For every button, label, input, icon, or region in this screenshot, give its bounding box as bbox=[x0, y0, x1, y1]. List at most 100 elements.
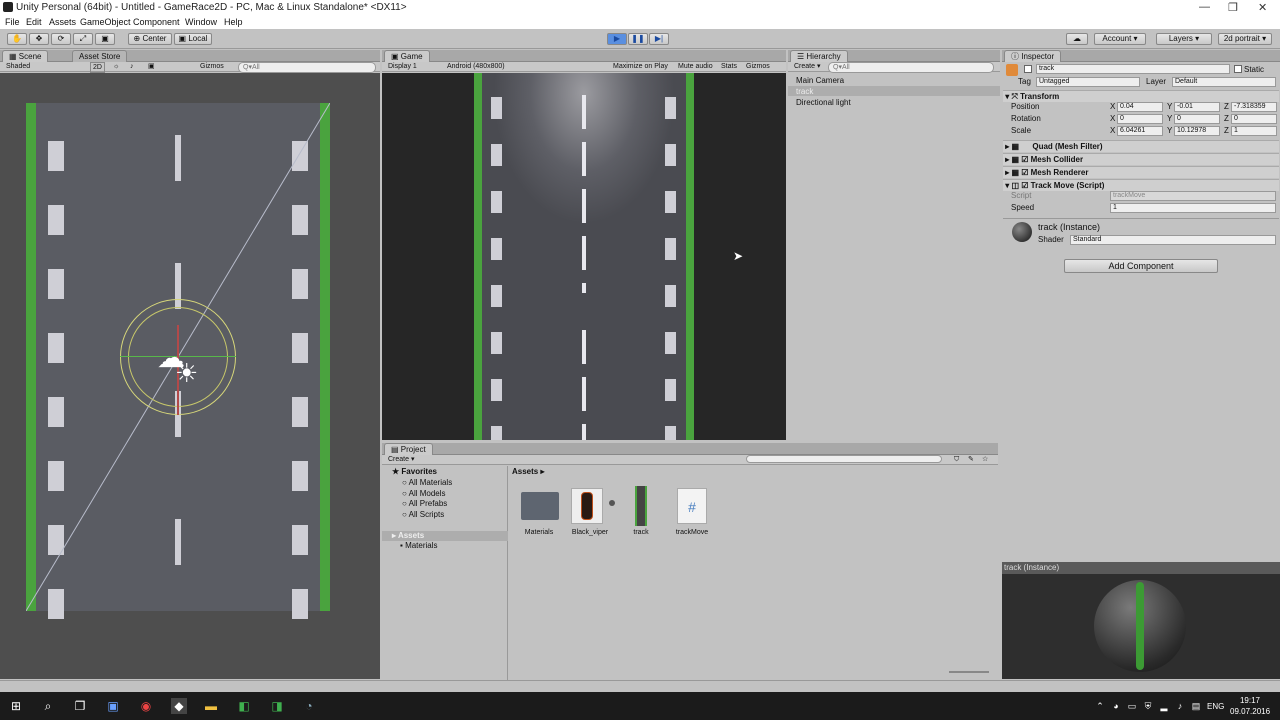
rotate-tool-icon[interactable]: ⟳ bbox=[51, 33, 71, 45]
menu-help[interactable]: Help bbox=[224, 17, 243, 27]
tab-asset-store[interactable]: Asset Store bbox=[72, 50, 128, 62]
unity-taskbar-icon[interactable]: ◆ bbox=[171, 698, 187, 714]
tray-monitor-icon[interactable]: ▭ bbox=[1124, 698, 1140, 714]
mesh-renderer-header[interactable]: ▸ ▦ ☑ Mesh Renderer bbox=[1003, 166, 1279, 178]
filter-label-icon[interactable]: ✎ bbox=[968, 455, 974, 464]
scl-y-input[interactable]: 10.12978 bbox=[1174, 126, 1220, 136]
file-explorer-icon[interactable]: ▬ bbox=[203, 698, 219, 714]
hierarchy-item-main-camera[interactable]: Main Camera bbox=[796, 76, 844, 86]
menu-file[interactable]: File bbox=[5, 17, 20, 27]
hierarchy-search-input[interactable]: Q▾All bbox=[828, 62, 994, 73]
app-green-icon[interactable]: ◧ bbox=[236, 698, 252, 714]
tab-project[interactable]: ▤ Project bbox=[384, 443, 433, 455]
effects-toggle-icon[interactable]: ▣ bbox=[148, 62, 155, 71]
project-create-dropdown[interactable]: Create ▾ bbox=[388, 455, 414, 464]
notification-msg-icon[interactable]: ▤ bbox=[1188, 698, 1204, 714]
pos-x-input[interactable]: 0.04 bbox=[1117, 102, 1163, 112]
tab-game[interactable]: ▣ Game bbox=[384, 50, 430, 62]
speed-input[interactable]: 1 bbox=[1110, 203, 1276, 213]
account-dropdown[interactable]: Account ▾ bbox=[1094, 33, 1146, 45]
folder-icon[interactable] bbox=[521, 492, 559, 520]
app-green2-icon[interactable]: ◨ bbox=[269, 698, 285, 714]
filter-type-icon[interactable]: ⛉ bbox=[954, 455, 959, 464]
hierarchy-create-dropdown[interactable]: Create ▾ bbox=[794, 62, 820, 71]
menu-window[interactable]: Window bbox=[185, 17, 217, 27]
tray-shield-icon[interactable]: ⛨ bbox=[1140, 698, 1156, 714]
hand-tool-icon[interactable]: ✋ bbox=[7, 33, 27, 45]
fav-all-materials[interactable]: ○ All Materials bbox=[402, 478, 452, 488]
display-dropdown[interactable]: Display 1 bbox=[388, 62, 417, 71]
scene-view[interactable]: ☁ ☀ bbox=[0, 73, 380, 679]
scl-x-input[interactable]: 6.04261 bbox=[1117, 126, 1163, 136]
track-texture-icon[interactable] bbox=[635, 486, 647, 526]
menu-edit[interactable]: Edit bbox=[26, 17, 42, 27]
csharp-script-icon[interactable]: # bbox=[677, 488, 707, 524]
fav-all-scripts[interactable]: ○ All Scripts bbox=[402, 510, 444, 520]
tag-dropdown[interactable]: Untagged bbox=[1036, 77, 1140, 87]
clock-time[interactable]: 19:17 bbox=[1233, 696, 1267, 705]
menu-gameobject[interactable]: GameObject bbox=[80, 17, 131, 27]
chrome-icon[interactable]: ◉ bbox=[138, 698, 154, 714]
tab-hierarchy[interactable]: ☰ Hierarchy bbox=[790, 50, 848, 62]
rot-y-input[interactable]: 0 bbox=[1174, 114, 1220, 124]
tray-app-icon[interactable]: ◕ bbox=[1108, 698, 1124, 714]
shader-dropdown[interactable]: Standard bbox=[1070, 235, 1276, 245]
favorite-star-icon[interactable]: ☆ bbox=[982, 455, 988, 464]
menu-assets[interactable]: Assets bbox=[49, 17, 76, 27]
layer-dropdown[interactable]: Default bbox=[1172, 77, 1276, 87]
pivot-center-button[interactable]: ⊕ Center bbox=[128, 33, 172, 45]
mute-audio-toggle[interactable]: Mute audio bbox=[678, 62, 713, 71]
object-name-input[interactable]: track bbox=[1036, 64, 1230, 74]
step-button[interactable]: ▶| bbox=[649, 33, 669, 45]
favorites-header[interactable]: ★ Favorites bbox=[392, 467, 437, 477]
app-blue-icon[interactable]: ◔ bbox=[301, 698, 317, 714]
scale-tool-icon[interactable]: ⤢ bbox=[73, 33, 93, 45]
mesh-filter-header[interactable]: ▸ ▦ Quad (Mesh Filter) bbox=[1003, 140, 1279, 152]
maximize-icon[interactable]: ❐ bbox=[1228, 1, 1238, 14]
asset-trackmove-label[interactable]: trackMove bbox=[667, 529, 717, 536]
menu-component[interactable]: Component bbox=[133, 17, 180, 27]
clock-date[interactable]: 09.07.2016 bbox=[1230, 707, 1270, 716]
assets-breadcrumb[interactable]: Assets ▸ bbox=[512, 467, 544, 476]
cloud-icon[interactable]: ☁ bbox=[1066, 33, 1088, 45]
shading-mode-dropdown[interactable]: Shaded bbox=[6, 62, 30, 71]
directional-light-icon[interactable]: ☀ bbox=[175, 360, 198, 386]
pause-button[interactable]: ❚❚ bbox=[628, 33, 648, 45]
hierarchy-item-directional-light[interactable]: Directional light bbox=[796, 98, 851, 108]
tab-inspector[interactable]: ⓘ Inspector bbox=[1004, 50, 1062, 62]
language-indicator[interactable]: ENG bbox=[1207, 702, 1224, 711]
scene-search-input[interactable]: Q▾All bbox=[238, 62, 376, 73]
audio-toggle-icon[interactable]: ♪ bbox=[130, 62, 134, 71]
project-search-input[interactable] bbox=[746, 455, 942, 463]
expand-arrow-icon[interactable] bbox=[609, 500, 615, 506]
volume-icon[interactable]: ♪ bbox=[1172, 698, 1188, 714]
save-app-icon[interactable]: ▣ bbox=[105, 698, 121, 714]
fav-all-prefabs[interactable]: ○ All Prefabs bbox=[402, 499, 447, 509]
add-component-button[interactable]: Add Component bbox=[1064, 259, 1218, 273]
search-icon[interactable]: ⌕ bbox=[40, 698, 56, 714]
resolution-dropdown[interactable]: Android (480x800) bbox=[447, 62, 505, 71]
move-tool-icon[interactable]: ✥ bbox=[29, 33, 49, 45]
material-preview[interactable] bbox=[1002, 574, 1280, 679]
layers-dropdown[interactable]: Layers ▾ bbox=[1156, 33, 1212, 45]
pos-z-input[interactable]: -7.318359 bbox=[1231, 102, 1277, 112]
rot-z-input[interactable]: 0 bbox=[1231, 114, 1277, 124]
scl-z-input[interactable]: 1 bbox=[1231, 126, 1277, 136]
static-checkbox[interactable] bbox=[1234, 65, 1242, 73]
scene-gizmos-dropdown[interactable]: Gizmos bbox=[200, 62, 224, 71]
active-checkbox[interactable] bbox=[1024, 65, 1032, 73]
tab-scene[interactable]: ▦ Scene bbox=[2, 50, 49, 62]
close-icon[interactable]: ✕ bbox=[1258, 1, 1267, 14]
icon-size-slider[interactable] bbox=[949, 671, 989, 673]
asset-track-label[interactable]: track bbox=[616, 529, 666, 536]
rot-x-input[interactable]: 0 bbox=[1117, 114, 1163, 124]
asset-black-viper-label[interactable]: Black_viper bbox=[565, 529, 615, 536]
task-view-icon[interactable]: ❐ bbox=[72, 698, 88, 714]
maximize-on-play-toggle[interactable]: Maximize on Play bbox=[613, 62, 668, 71]
car-prefab-icon[interactable] bbox=[571, 488, 603, 524]
stats-toggle[interactable]: Stats bbox=[721, 62, 737, 71]
rect-tool-icon[interactable]: ▣ bbox=[95, 33, 115, 45]
layout-dropdown[interactable]: 2d portrait ▾ bbox=[1218, 33, 1272, 45]
play-button[interactable]: ▶ bbox=[607, 33, 627, 45]
pos-y-input[interactable]: -0.01 bbox=[1174, 102, 1220, 112]
